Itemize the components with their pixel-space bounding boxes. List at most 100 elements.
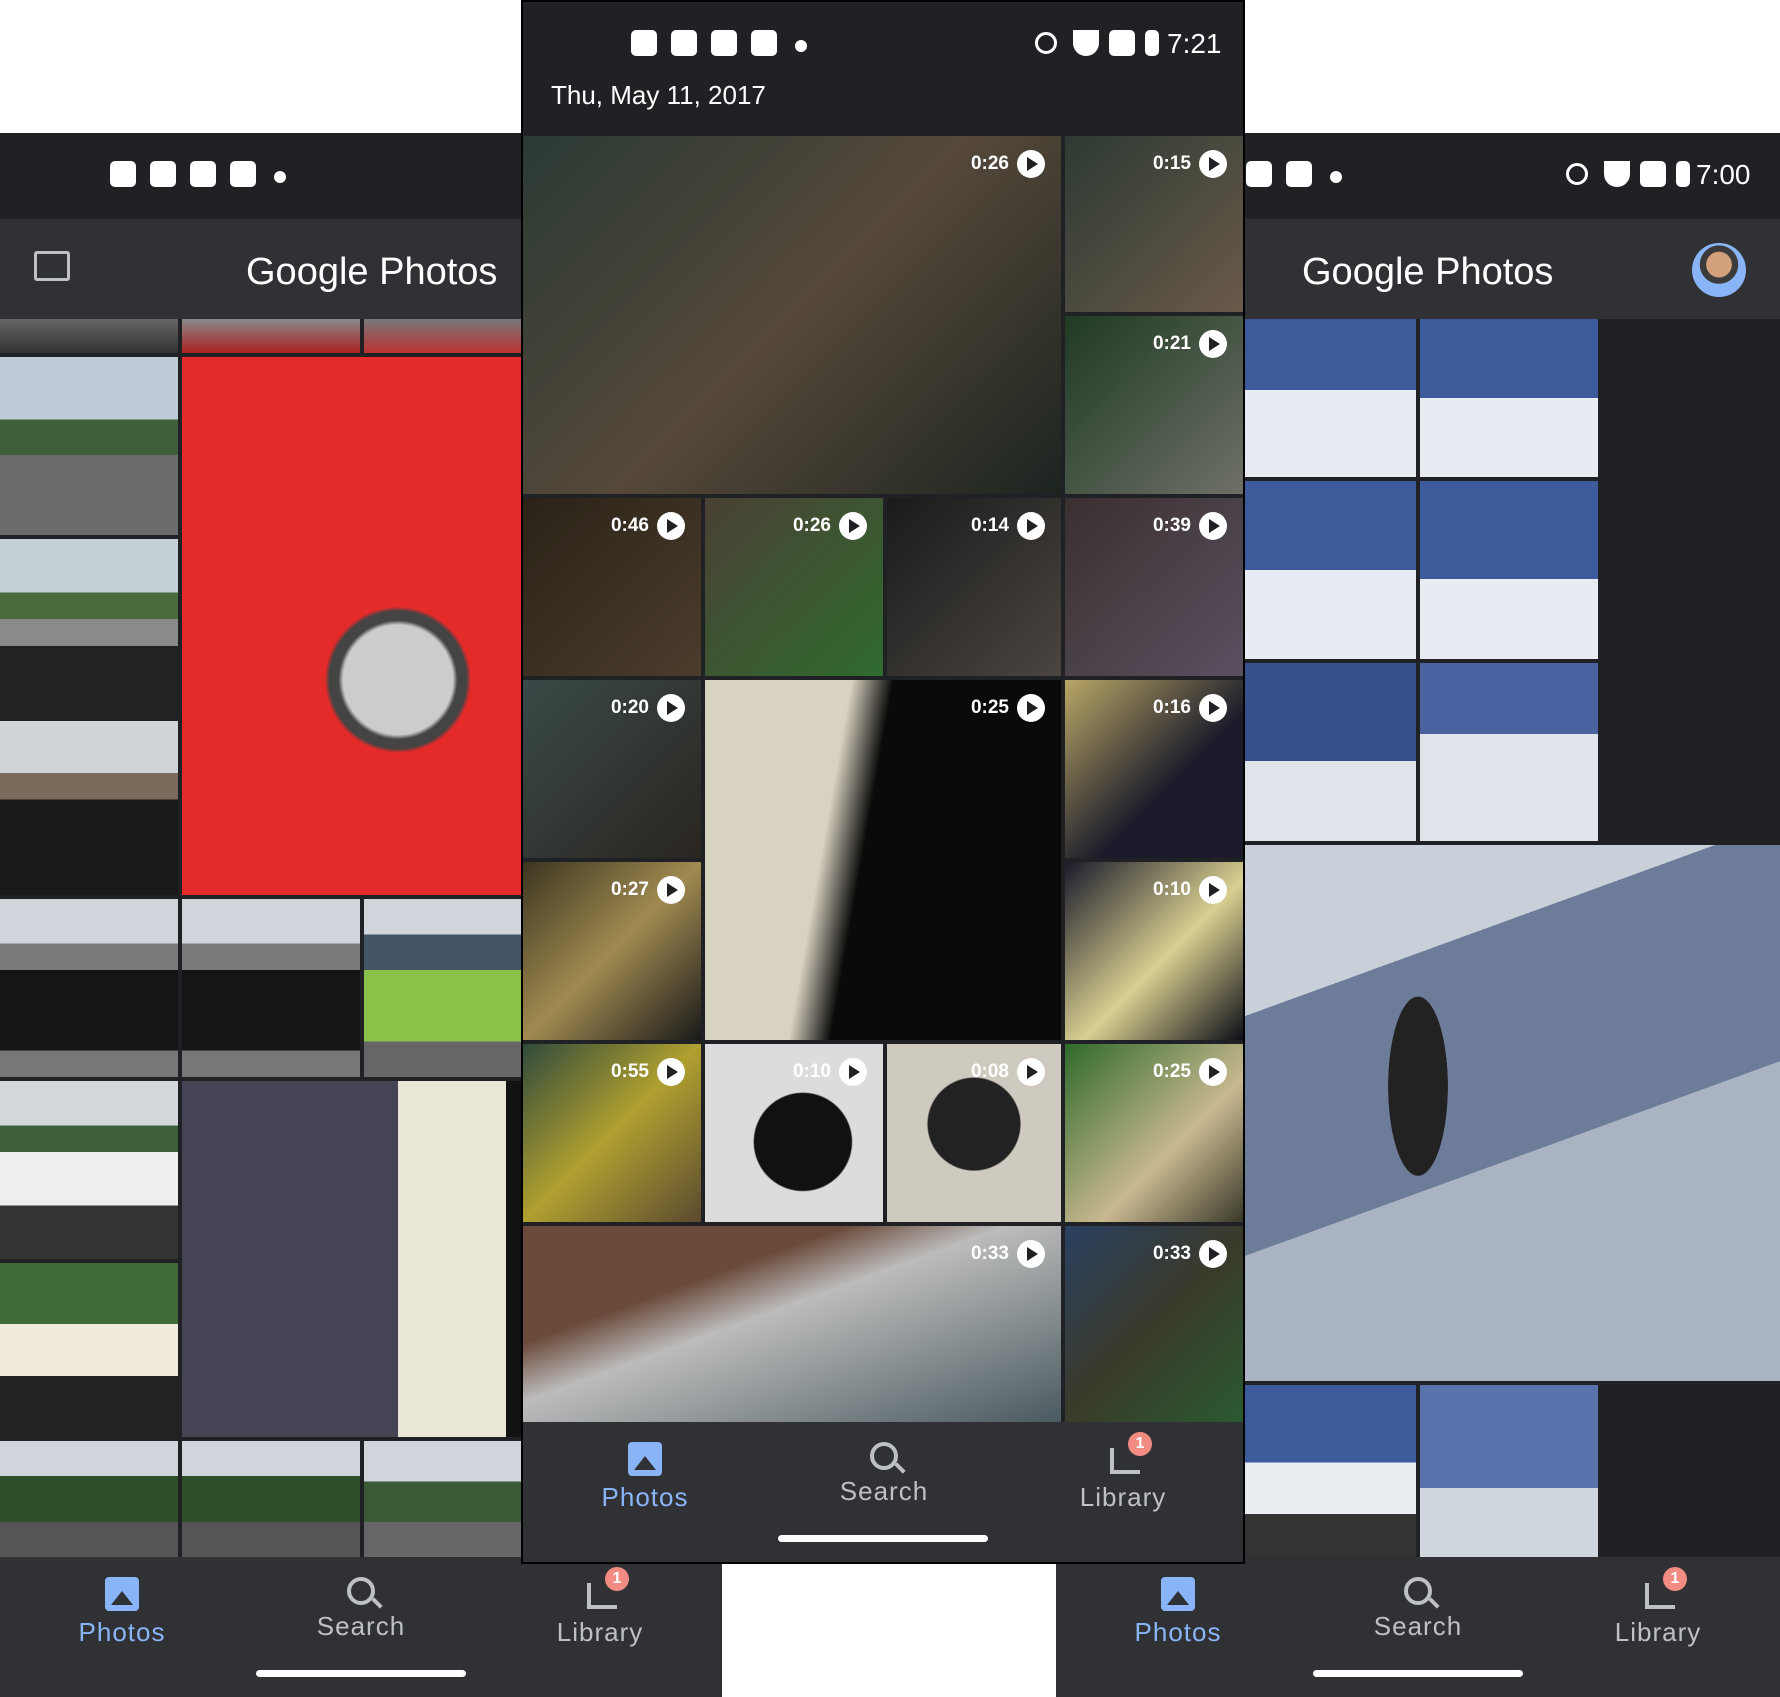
- video-duration-text: 0:14: [970, 515, 1009, 536]
- bottom-navigation: Photos Search 1 Library: [1056, 1557, 1780, 1697]
- sync-icon: [711, 30, 737, 56]
- nav-library[interactable]: 1 Library: [1558, 1567, 1758, 1648]
- nav-photos[interactable]: Photos: [545, 1442, 745, 1513]
- home-indicator[interactable]: [1313, 1670, 1523, 1677]
- video-duration-text: 0:26: [792, 515, 831, 536]
- status-time: 7:21: [1167, 28, 1222, 59]
- video-thumbnail[interactable]: 0:10: [1065, 862, 1243, 1040]
- photo-thumbnail[interactable]: [1420, 319, 1598, 477]
- photo-thumbnail[interactable]: [0, 357, 178, 535]
- nav-library-label: Library: [1079, 1482, 1167, 1512]
- play-icon: [657, 694, 685, 722]
- photo-thumbnail[interactable]: [0, 1441, 178, 1557]
- photo-thumbnail[interactable]: [1238, 319, 1416, 477]
- video-thumbnail[interactable]: 0:27: [523, 862, 701, 1040]
- bottom-navigation: Photos Search 1 Library: [523, 1422, 1243, 1562]
- nav-photos[interactable]: Photos: [1078, 1577, 1278, 1648]
- video-thumbnail[interactable]: 0:33: [523, 1226, 1061, 1422]
- video-duration: 0:33: [1153, 1240, 1227, 1268]
- video-duration-text: 0:27: [610, 879, 649, 900]
- nav-search[interactable]: Search: [1318, 1577, 1518, 1642]
- video-duration: 0:33: [971, 1240, 1045, 1268]
- home-indicator[interactable]: [778, 1535, 988, 1542]
- video-thumbnail[interactable]: 0:25: [1065, 1044, 1243, 1222]
- nav-photos-label: Photos: [78, 1617, 166, 1647]
- home-indicator[interactable]: [256, 1670, 466, 1677]
- video-thumbnail[interactable]: 0:20: [523, 680, 701, 858]
- photo-thumbnail[interactable]: [1420, 481, 1598, 659]
- video-thumbnail[interactable]: 0:15: [1065, 136, 1243, 312]
- photo-thumbnail[interactable]: [0, 1263, 178, 1437]
- video-duration-text: 0:25: [1152, 1061, 1191, 1082]
- video-duration-text: 0:08: [970, 1061, 1009, 1082]
- notification-icon: [671, 30, 697, 56]
- video-thumbnail[interactable]: 0:26: [523, 136, 1061, 494]
- account-avatar[interactable]: [1692, 243, 1746, 297]
- chat-icon[interactable]: [34, 251, 70, 281]
- video-thumbnail[interactable]: 0:08: [887, 1044, 1061, 1222]
- photos-icon: [628, 1442, 662, 1476]
- photo-thumbnail[interactable]: [1420, 1385, 1598, 1557]
- photo-thumbnail[interactable]: [182, 319, 360, 353]
- nav-library[interactable]: 1 Library: [1023, 1432, 1223, 1513]
- video-duration-text: 0:16: [1152, 697, 1191, 718]
- nav-library[interactable]: 1 Library: [500, 1567, 700, 1648]
- notification-badge: 1: [605, 1567, 629, 1591]
- alarm-icon: [1035, 32, 1057, 54]
- library-icon: 1: [1106, 1432, 1152, 1476]
- signal-icon: [1640, 161, 1666, 187]
- video-duration: 0:20: [611, 694, 685, 722]
- play-icon: [1199, 150, 1227, 178]
- video-duration-text: 0:10: [1152, 879, 1191, 900]
- video-thumbnail[interactable]: 0:25: [705, 680, 1061, 1040]
- photo-thumbnail[interactable]: [0, 721, 178, 895]
- video-thumbnail[interactable]: 0:14: [887, 498, 1061, 676]
- search-icon: [870, 1442, 898, 1470]
- video-duration: 0:16: [1153, 694, 1227, 722]
- status-bar: 7:21 Thu, May 11, 2017: [523, 2, 1243, 136]
- play-icon: [1017, 512, 1045, 540]
- video-duration: 0:25: [971, 694, 1045, 722]
- center-phone-screen: 7:21 Thu, May 11, 2017 0:26 0:15 0:21 0:…: [521, 0, 1245, 1564]
- nav-search[interactable]: Search: [261, 1577, 461, 1642]
- video-duration: 0:39: [1153, 512, 1227, 540]
- photo-thumbnail[interactable]: [0, 319, 178, 353]
- play-icon: [1017, 1240, 1045, 1268]
- sync-icon: [190, 161, 216, 187]
- video-duration: 0:26: [793, 512, 867, 540]
- alarm-icon: [1566, 163, 1588, 185]
- photo-thumbnail[interactable]: [0, 1081, 178, 1259]
- nav-search[interactable]: Search: [784, 1442, 984, 1507]
- video-thumbnail[interactable]: 0:21: [1065, 316, 1243, 494]
- play-icon: [1017, 150, 1045, 178]
- video-duration: 0:55: [611, 1058, 685, 1086]
- search-icon: [347, 1577, 375, 1605]
- play-icon: [1199, 330, 1227, 358]
- video-thumbnail[interactable]: 0:33: [1065, 1226, 1243, 1422]
- video-thumbnail[interactable]: 0:55: [523, 1044, 701, 1222]
- notification-icon: [150, 161, 176, 187]
- video-thumbnail[interactable]: 0:16: [1065, 680, 1243, 858]
- play-icon: [1199, 876, 1227, 904]
- library-icon: 1: [1641, 1567, 1687, 1611]
- photo-thumbnail[interactable]: [1420, 663, 1598, 841]
- photo-thumbnail[interactable]: [0, 539, 178, 717]
- battery-icon: [1676, 161, 1690, 187]
- video-duration: 0:10: [1153, 876, 1227, 904]
- video-thumbnail[interactable]: 0:46: [523, 498, 701, 676]
- video-thumbnail[interactable]: 0:26: [705, 498, 883, 676]
- photo-thumbnail[interactable]: [1238, 481, 1416, 659]
- video-duration-text: 0:55: [610, 1061, 649, 1082]
- photo-thumbnail[interactable]: [364, 319, 542, 353]
- photo-thumbnail[interactable]: [182, 899, 360, 1077]
- video-thumbnail[interactable]: 0:10: [705, 1044, 883, 1222]
- nav-photos[interactable]: Photos: [22, 1577, 222, 1648]
- photo-thumbnail[interactable]: [0, 899, 178, 1077]
- nav-photos-label: Photos: [601, 1482, 689, 1512]
- photo-thumbnail[interactable]: [1238, 663, 1416, 841]
- video-duration-text: 0:26: [970, 153, 1009, 174]
- photo-thumbnail[interactable]: [1238, 1385, 1416, 1557]
- notification-icon: [110, 161, 136, 187]
- photo-thumbnail[interactable]: [182, 1441, 360, 1557]
- video-thumbnail[interactable]: 0:39: [1065, 498, 1243, 676]
